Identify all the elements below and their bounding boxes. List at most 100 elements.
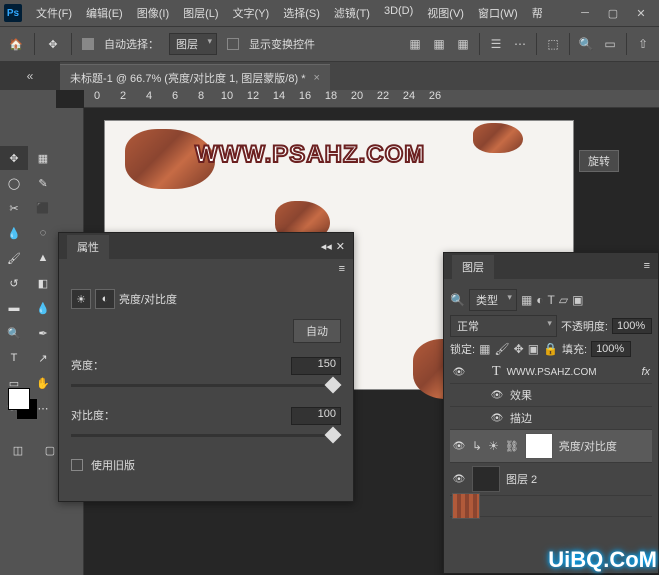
blend-mode-select[interactable]: 正常 [450,315,557,337]
eyedropper-tool[interactable]: 💧 [0,221,28,245]
menu-filter[interactable]: 滤镜(T) [328,1,376,25]
layer-row-text[interactable]: 👁 T WWW.PSAHZ.COM fx [450,361,652,384]
home-icon[interactable]: 🏠 [8,36,24,52]
3d-mode-icon[interactable]: ⬚ [545,36,561,52]
lock-move-icon[interactable]: ✥ [514,342,524,356]
lock-brush-icon[interactable]: 🖌 [494,342,509,356]
brightness-slider[interactable] [71,379,341,393]
layer-row-brick[interactable]: 👁 [450,496,652,517]
menu-layer[interactable]: 图层(L) [177,1,224,25]
show-transform-checkbox[interactable] [227,38,239,50]
ruler-horizontal: 024 6810 121416 182022 2426 [84,90,659,108]
collapse-icon[interactable]: ◂◂ [321,240,332,253]
legacy-checkbox[interactable] [71,459,83,471]
filter-pixel-icon[interactable]: ▦ [521,293,532,307]
visibility-icon[interactable]: 👁 [452,439,466,453]
pen-tool[interactable]: ✒ [29,321,57,345]
legacy-label: 使用旧版 [91,457,135,473]
layer-row-2[interactable]: 👁 图层 2 [450,463,652,496]
history-brush-tool[interactable]: ↺ [0,271,28,295]
search-icon[interactable]: 🔍 [578,36,594,52]
distribute-icon[interactable]: ☰ [488,36,504,52]
auto-select-checkbox[interactable] [82,38,94,50]
more-icon[interactable]: ⋯ [512,36,528,52]
lock-artboard-icon[interactable]: ▣ [528,342,539,356]
layer-filter-type[interactable]: 类型 [469,289,517,311]
close-tab-icon[interactable]: × [313,72,319,84]
patch-tool[interactable]: ◌ [29,221,57,245]
auto-button[interactable]: 自动 [293,319,341,343]
crop-tool[interactable]: ✂ [0,196,28,220]
menu-view[interactable]: 视图(V) [421,1,470,25]
filter-adj-icon[interactable]: ◐ [536,293,543,307]
opacity-input[interactable] [612,318,652,334]
text-tool[interactable]: T [0,346,28,370]
quick-mask-icon[interactable]: ◫ [4,438,32,462]
contrast-label: 对比度： [71,407,115,425]
foreground-swatch[interactable] [8,388,30,410]
color-swatches[interactable] [8,388,60,420]
fill-label: 填充: [562,341,587,357]
filter-text-icon[interactable]: T [548,293,555,307]
contrast-slider[interactable] [71,429,341,443]
dodge-tool[interactable]: 🔍 [0,321,28,345]
link-icon[interactable]: ⛓ [505,440,519,453]
mask-thumbnail[interactable] [525,433,553,459]
quick-select-tool[interactable]: ✎ [29,171,57,195]
frame-tool[interactable]: ⬛ [29,196,57,220]
layer-row-effects[interactable]: 👁 效果 [450,384,652,407]
filter-shape-icon[interactable]: ▱ [559,293,568,307]
auto-select-target[interactable]: 图层 [169,33,217,55]
lock-all-icon[interactable]: 🔒 [543,342,558,356]
path-tool[interactable]: ↗ [29,346,57,370]
layer-row-adjustment[interactable]: 👁 ↳ ☀ ⛓ 亮度/对比度 [450,430,652,463]
close-panel-icon[interactable]: ✕ [336,240,345,253]
layer-thumbnail[interactable] [472,466,500,492]
menu-text[interactable]: 文字(Y) [227,1,276,25]
layers-tab[interactable]: 图层 [452,255,494,279]
stamp-tool[interactable]: ▲ [29,246,57,270]
menu-select[interactable]: 选择(S) [277,1,326,25]
menu-help[interactable]: 帮 [526,1,549,25]
visibility-icon[interactable]: 👁 [452,472,466,486]
visibility-icon[interactable]: 👁 [452,365,466,379]
share-icon[interactable]: ⇧ [635,36,651,52]
minimize-button[interactable]: ─ [571,3,599,23]
layer-thumbnail[interactable] [452,493,480,519]
menu-window[interactable]: 窗口(W) [472,1,524,25]
close-button[interactable]: ✕ [627,3,655,23]
blur-tool[interactable]: 💧 [29,296,57,320]
fill-input[interactable] [591,341,631,357]
gradient-tool[interactable]: ▬ [0,296,28,320]
maximize-button[interactable]: ▢ [599,3,627,23]
lasso-tool[interactable]: ◯ [0,171,28,195]
move-tool-icon[interactable]: ✥ [45,36,61,52]
visibility-icon[interactable]: 👁 [490,411,504,425]
eraser-tool[interactable]: ◧ [29,271,57,295]
layers-panel: 图层 ≡ 🔍 类型 ▦ ◐ T ▱ ▣ 正常 不透明度: 锁定: ▦ 🖌 ✥ ▣… [443,252,659,574]
lock-pixels-icon[interactable]: ▦ [479,342,490,356]
menu-file[interactable]: 文件(F) [30,1,78,25]
menu-edit[interactable]: 编辑(E) [80,1,129,25]
brush-tool[interactable]: 🖌 [0,246,28,270]
marquee-tool[interactable]: ▦ [29,146,57,170]
arrange-icon[interactable]: ▭ [602,36,618,52]
menu-3d[interactable]: 3D(D) [378,1,419,25]
properties-tab[interactable]: 属性 [67,235,109,259]
align-left-icon[interactable]: ▦ [407,36,423,52]
align-center-icon[interactable]: ▦ [431,36,447,52]
menu-image[interactable]: 图像(I) [131,1,175,25]
layer-row-stroke[interactable]: 👁 描边 [450,407,652,430]
move-tool[interactable]: ✥ [0,146,28,170]
panel-menu-icon[interactable]: ≡ [644,260,650,272]
visibility-icon[interactable]: 👁 [490,388,504,402]
panel-menu-icon[interactable]: ≡ [339,263,345,275]
document-tab[interactable]: 未标题-1 @ 66.7% (亮度/对比度 1, 图层蒙版/8) * × [60,64,330,90]
filter-smart-icon[interactable]: ▣ [572,293,583,307]
fx-badge[interactable]: fx [641,366,650,378]
align-right-icon[interactable]: ▦ [455,36,471,52]
contrast-value[interactable]: 100 [291,407,341,425]
auto-select-label: 自动选择： [104,36,159,52]
panel-collapse-strip[interactable]: « [0,62,60,90]
brightness-value[interactable]: 150 [291,357,341,375]
